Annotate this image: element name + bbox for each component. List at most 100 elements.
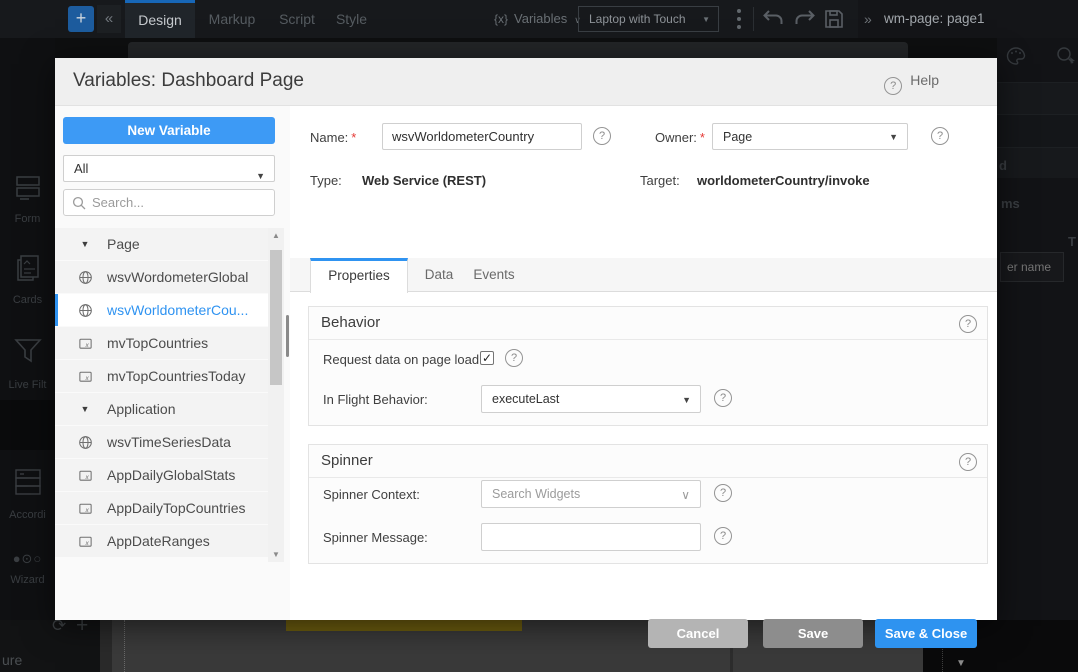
- type-label: Type:: [310, 173, 342, 188]
- scroll-up-icon[interactable]: ▲: [268, 231, 284, 240]
- variable-filter-select[interactable]: All ▼: [63, 155, 275, 182]
- palette-item-wizard[interactable]: ●⊙○ Wizard: [0, 550, 55, 586]
- help-icon[interactable]: ?: [714, 527, 732, 545]
- variable-list-item[interactable]: x mvTopCountriesToday: [55, 360, 268, 392]
- variable-detail-pane: Name:* ? Owner:* Page ▼ ? Type: Web Serv…: [290, 106, 997, 620]
- request-data-checkbox[interactable]: ✓: [480, 351, 494, 365]
- help-icon[interactable]: ?: [959, 453, 977, 471]
- palette-item-accordion[interactable]: Accordi: [0, 466, 55, 521]
- target-label: Target:: [640, 173, 680, 188]
- palette-item-label: Live Filt: [0, 379, 55, 391]
- variable-list-item[interactable]: x mvTopCountries: [55, 327, 268, 359]
- theme-palette-icon[interactable]: [1005, 46, 1027, 71]
- help-icon[interactable]: ?: [714, 484, 732, 502]
- help-icon[interactable]: ?: [931, 127, 949, 145]
- variables-menu[interactable]: {x}Variables∨: [494, 0, 581, 38]
- variable-group-application[interactable]: ▼ Application: [55, 393, 268, 425]
- tab-events[interactable]: Events: [468, 258, 520, 292]
- dimmed-input[interactable]: [1000, 252, 1064, 282]
- help-icon: ?: [884, 77, 902, 95]
- toolbar-right-section: » wm-page: page1: [858, 0, 1078, 38]
- variable-label: wsvWorldometerCou...: [107, 302, 248, 318]
- help-icon[interactable]: ?: [593, 127, 611, 145]
- variable-list-item[interactable]: wsvWordometerGlobal: [55, 261, 268, 293]
- zoom-select-icon[interactable]: [1055, 45, 1077, 72]
- add-page-button[interactable]: +: [68, 6, 94, 32]
- caret-down-icon: ▼: [889, 124, 898, 151]
- more-options-icon[interactable]: [733, 9, 745, 29]
- expand-icon[interactable]: »: [864, 0, 872, 38]
- target-value: worldometerCountry/invoke: [697, 173, 870, 188]
- dialog-title: Variables: Dashboard Page: [73, 70, 304, 92]
- list-scrollbar[interactable]: ▲ ▼: [268, 228, 284, 562]
- caret-down-icon: ▼: [702, 7, 710, 33]
- scroll-down-icon[interactable]: ▼: [268, 550, 284, 559]
- help-icon[interactable]: ?: [714, 389, 732, 407]
- cancel-button[interactable]: Cancel: [648, 619, 748, 648]
- save-button[interactable]: Save: [763, 619, 863, 648]
- variable-search-box: [63, 189, 275, 216]
- palette-item-form[interactable]: Form: [0, 174, 55, 225]
- variable-list-item[interactable]: x AppDailyTopCountries: [55, 492, 268, 524]
- new-variable-button[interactable]: New Variable: [63, 117, 275, 144]
- tab-properties[interactable]: Properties: [310, 258, 408, 293]
- collapse-panel-icon[interactable]: «: [97, 5, 121, 33]
- variable-label: mvTopCountriesToday: [107, 368, 246, 384]
- group-label: Page: [107, 236, 140, 252]
- dimmed-text: ms: [1001, 196, 1020, 211]
- canvas-ruler-strip: [100, 620, 112, 672]
- help-button[interactable]: ?Help: [884, 72, 939, 95]
- name-input[interactable]: [382, 123, 582, 150]
- caret-down-icon: ▼: [77, 404, 93, 414]
- dimmed-canvas-edge: [128, 42, 908, 58]
- variable-list-item[interactable]: wsvTimeSeriesData: [55, 426, 268, 458]
- inflight-select[interactable]: executeLast ▼: [481, 385, 701, 413]
- spinner-message-input[interactable]: [481, 523, 701, 551]
- tab-script[interactable]: Script: [266, 0, 328, 38]
- help-icon[interactable]: ?: [505, 349, 523, 367]
- save-icon[interactable]: [824, 9, 844, 34]
- variable-label: mvTopCountries: [107, 335, 208, 351]
- search-input[interactable]: [92, 191, 267, 214]
- spinner-context-select[interactable]: Search Widgets ∨: [481, 480, 701, 508]
- palette-item-live-filter[interactable]: Live Filt: [0, 336, 55, 391]
- scroll-down-icon[interactable]: ▼: [956, 658, 966, 669]
- device-selector[interactable]: Laptop with Touch ▼: [578, 6, 719, 32]
- inner-scrollbar-thumb[interactable]: [286, 315, 289, 357]
- tab-markup[interactable]: Markup: [197, 0, 267, 38]
- svg-text:x: x: [84, 506, 89, 513]
- detail-tabs: Properties Data Events: [290, 258, 997, 292]
- tab-style[interactable]: Style: [324, 0, 379, 38]
- variable-group-page[interactable]: ▼ Page: [55, 228, 268, 260]
- spinner-section-header: Spinner ?: [309, 445, 987, 478]
- palette-item-label: Wizard: [0, 574, 55, 586]
- variables-label: Variables: [514, 11, 567, 26]
- spinner-title: Spinner: [321, 452, 373, 469]
- variable-list-item-selected[interactable]: wsvWorldometerCou...: [55, 294, 268, 326]
- help-icon[interactable]: ?: [959, 315, 977, 333]
- dimmed-text: d: [999, 158, 1007, 173]
- variable-list-item[interactable]: x AppDailyGlobalStats: [55, 459, 268, 491]
- widget-palette: Form Cards Live Filt Accordi ●⊙○ Wizard: [0, 38, 55, 620]
- scrollbar-thumb[interactable]: [270, 250, 282, 385]
- search-icon: [72, 196, 86, 210]
- palette-item-label: Form: [0, 213, 55, 225]
- palette-item-label: Cards: [0, 294, 55, 306]
- inflight-value: executeLast: [492, 392, 559, 406]
- save-close-button[interactable]: Save & Close: [875, 619, 977, 648]
- owner-select[interactable]: Page ▼: [712, 123, 908, 150]
- variables-icon: {x}: [494, 12, 508, 26]
- palette-item-cards[interactable]: Cards: [0, 253, 55, 306]
- inflight-label: In Flight Behavior:: [323, 392, 428, 407]
- owner-label: Owner:*: [655, 130, 705, 145]
- tab-design[interactable]: Design: [125, 0, 195, 38]
- spinner-message-label: Spinner Message:: [323, 530, 428, 545]
- chevron-down-icon: ∨: [681, 481, 690, 509]
- redo-icon[interactable]: [793, 8, 817, 33]
- variable-list-item[interactable]: x AppDateRanges: [55, 525, 268, 557]
- palette-separator: [0, 400, 55, 450]
- filter-value: All: [74, 161, 88, 176]
- tab-data[interactable]: Data: [418, 258, 460, 292]
- undo-icon[interactable]: [761, 8, 785, 33]
- dimmed-row: [997, 114, 1078, 147]
